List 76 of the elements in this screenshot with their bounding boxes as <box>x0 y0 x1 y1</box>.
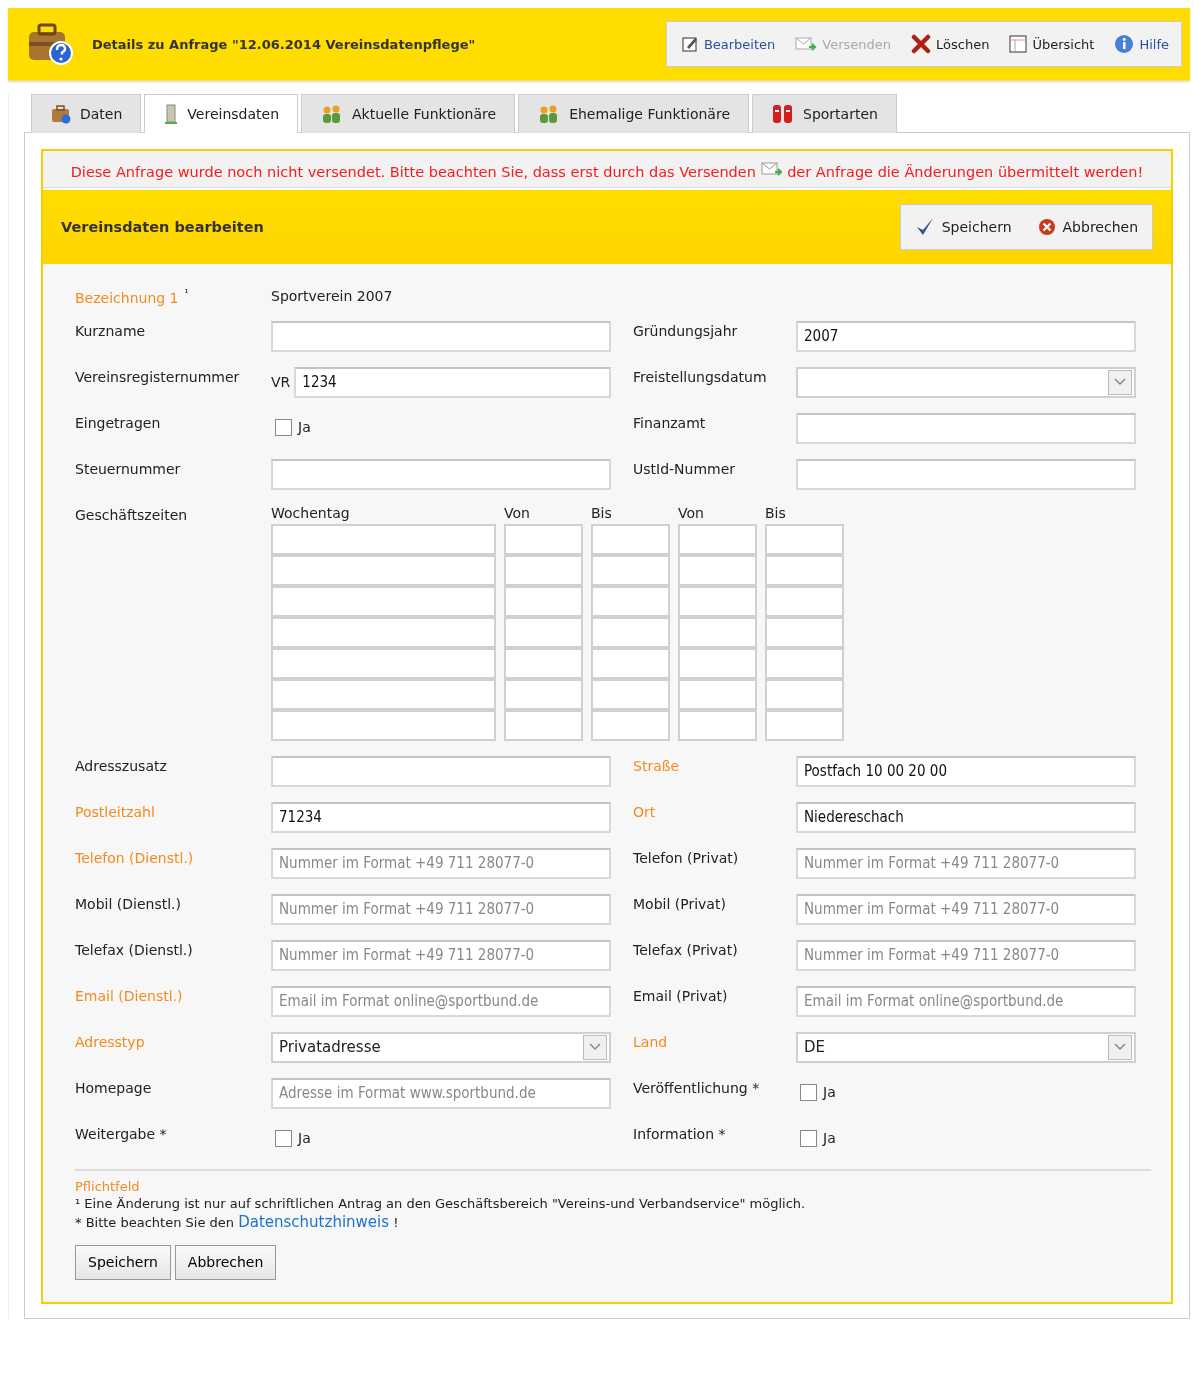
input-field[interactable]: Nummer im Format +49 711 28077-0 <box>796 893 1136 925</box>
toolbar-link[interactable]: Übersicht <box>1009 35 1095 53</box>
field-label: Mobil (Privat) <box>633 895 726 912</box>
field-label: Bezeichnung 1 <box>75 289 179 306</box>
field-label: Ort <box>633 803 656 820</box>
tab[interactable]: Aktuelle Funktionäre <box>301 94 516 133</box>
checkbox-label: Ja <box>298 1130 311 1147</box>
column-header: Von <box>504 504 531 523</box>
section-title: Vereinsdaten bearbeiten <box>61 219 264 235</box>
toolbar-link[interactable]: Bearbeiten <box>680 35 776 53</box>
checkbox-label: Ja <box>823 1084 836 1101</box>
column-header: Bis <box>591 504 613 523</box>
warning-message: Diese Anfrage wurde noch nicht versendet. Bitte beachten Sie, dass erst durch das Versenden der Anfrage die Änderungen übermittelt werden! <box>43 151 1171 188</box>
input-field[interactable]: Nummer im Format +49 711 28077-0 <box>796 939 1136 971</box>
input-field[interactable]: Niedereschach <box>796 801 1136 833</box>
save-button[interactable]: Speichern <box>914 217 1012 237</box>
tab[interactable]: Daten <box>31 94 142 133</box>
field-label: Weitergabe * <box>75 1125 167 1142</box>
input-field[interactable]: Nummer im Format +49 711 28077-0 <box>271 939 611 971</box>
input-field[interactable]: 2007 <box>796 320 1136 352</box>
dropdown-field[interactable]: DE <box>796 1031 1136 1063</box>
field-label: Geschäftszeiten <box>75 505 189 523</box>
field-label: Vereinsregisternummer <box>75 368 240 385</box>
field-label: Telefax (Dienstl.) <box>75 941 193 958</box>
field-label: Telefon (Privat) <box>633 849 739 866</box>
checkbox-label: Ja <box>823 1130 836 1147</box>
input-field[interactable]: Adresse im Format www.sportbund.de <box>271 1077 611 1109</box>
input-field[interactable]: 71234 <box>271 801 611 833</box>
field-label: Telefon (Dienstl.) <box>75 849 194 866</box>
field-label: Freistellungsdatum <box>633 368 767 385</box>
field-label: Email (Dienstl.) <box>75 987 183 1004</box>
cancel-button[interactable]: Abbrechen <box>1037 218 1138 236</box>
field-label: Veröffentlichung * <box>633 1079 760 1096</box>
footnote-marker: ¹ <box>184 288 189 299</box>
field-label: Adresstyp <box>75 1033 145 1050</box>
field-label: UstId-Nummer <box>633 460 736 477</box>
field-label: Postleitzahl <box>75 803 155 820</box>
field-label: Adresszusatz <box>75 757 167 774</box>
input-field[interactable]: Nummer im Format +49 711 28077-0 <box>796 847 1136 879</box>
input-field[interactable]: 1234 <box>294 366 611 398</box>
tab[interactable]: Sportarten <box>752 94 897 133</box>
privacy-link[interactable]: Datenschutzhinweis <box>238 1212 390 1231</box>
field-prefix: VR <box>271 374 291 391</box>
field-label: Land <box>633 1033 668 1050</box>
field-label: Mobil (Dienstl.) <box>75 895 181 912</box>
toolbar-link[interactable]: Löschen <box>911 34 990 54</box>
input-field[interactable]: Postfach 10 00 20 00 <box>796 755 1136 787</box>
field-label: Kurzname <box>75 322 146 339</box>
field-label: Telefax (Privat) <box>633 941 738 958</box>
field-label: Steuernummer <box>75 460 181 477</box>
input-field[interactable]: Email im Format online@sportbund.de <box>271 985 611 1017</box>
input-field[interactable]: Nummer im Format +49 711 28077-0 <box>271 847 611 879</box>
tab[interactable]: Vereinsdaten <box>144 94 298 133</box>
input-field[interactable]: Email im Format online@sportbund.de <box>796 985 1136 1017</box>
field-label: Eingetragen <box>75 414 161 431</box>
dropdown-field[interactable]: Privatadresse <box>271 1031 611 1063</box>
field-label: Email (Privat) <box>633 987 728 1004</box>
footnote-text: * Bitte beachten Sie den Datenschutzhinweis ! <box>75 1212 400 1231</box>
column-header: Wochentag <box>271 504 351 523</box>
input-field[interactable]: Nummer im Format +49 711 28077-0 <box>271 893 611 925</box>
field-label: Finanzamt <box>633 414 706 431</box>
field-label: Gründungsjahr <box>633 322 738 339</box>
field-label: Straße <box>633 757 680 774</box>
toolbar-link[interactable]: Hilfe <box>1114 34 1169 54</box>
checkbox-label: Ja <box>298 419 311 436</box>
form-button[interactable]: Abbrechen <box>174 1244 277 1280</box>
field-label: Homepage <box>75 1079 152 1096</box>
field-value: Sportverein 2007 <box>271 287 394 304</box>
column-header: Bis <box>765 504 787 523</box>
footnote-text: ¹ Eine Änderung ist nur auf schriftlichen Antrag an den Geschäftsbereich "Vereins-und Verbandservice" möglich. <box>75 1195 807 1211</box>
tab[interactable]: Ehemalige Funktionäre <box>518 94 749 133</box>
field-label: Information * <box>633 1125 726 1142</box>
page-title: Details zu Anfrage "12.06.2014 Vereinsdatenpflege" <box>92 36 476 52</box>
legend-text: Pflichtfeld <box>75 1178 141 1194</box>
column-header: Von <box>678 504 705 523</box>
form-button[interactable]: Speichern <box>75 1244 171 1280</box>
